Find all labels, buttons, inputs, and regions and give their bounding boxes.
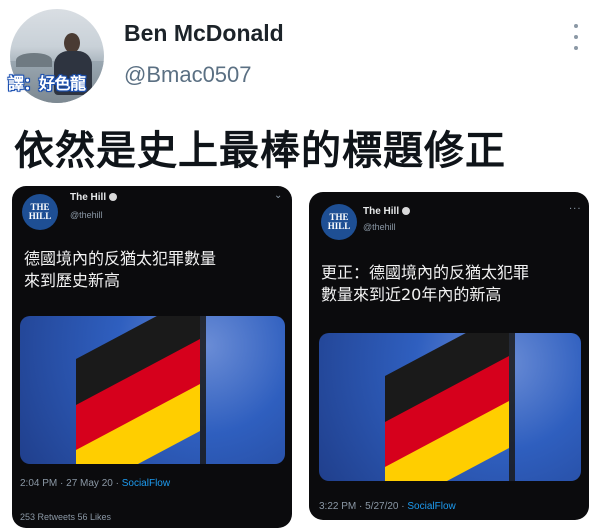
- translator-credit: 譯：好色龍: [8, 74, 86, 93]
- embedded-account-label: The Hill: [363, 206, 400, 217]
- embedded-stats: 253 Retweets 56 Likes: [20, 512, 112, 522]
- chevron-down-icon[interactable]: ⌄: [274, 190, 282, 201]
- german-flag: [76, 316, 200, 464]
- tweet-text: 依然是史上最棒的標題修正: [14, 128, 506, 174]
- thehill-logo-text: THE HILL: [28, 202, 52, 221]
- menu-dot: [574, 24, 578, 28]
- embedded-text-line: 來到歷史新高: [24, 271, 121, 290]
- menu-dot: [574, 35, 578, 39]
- menu-dot: [574, 46, 578, 50]
- avatar-rock: [16, 53, 52, 67]
- embedded-account-name[interactable]: The Hill: [70, 192, 118, 203]
- embedded-text-line: 更正：德國境內的反猶太犯罪: [321, 263, 530, 282]
- embedded-timestamp: 3:22 PM · 5/27/20 · SocialFlow: [319, 501, 456, 512]
- display-name[interactable]: Ben McDonald: [124, 20, 284, 47]
- thehill-logo: THE HILL: [321, 204, 357, 240]
- flag-pole: [200, 316, 206, 464]
- source-link[interactable]: SocialFlow: [407, 501, 455, 512]
- embedded-tweet-text: 更正：德國境內的反猶太犯罪 數量來到近20年內的新高: [321, 262, 529, 306]
- embedded-timestamp: 2:04 PM · 27 May 20 · SocialFlow: [20, 478, 170, 489]
- embedded-tweet-text: 德國境內的反猶太犯罪數量 來到歷史新高: [24, 248, 216, 292]
- avatar-person-head: [64, 33, 80, 53]
- verified-badge-icon: [109, 193, 118, 201]
- flag-image[interactable]: [20, 316, 285, 464]
- embedded-handle[interactable]: @thehill: [70, 210, 103, 220]
- embedded-account-label: The Hill: [70, 192, 107, 203]
- flag-pole: [509, 333, 515, 481]
- thehill-logo: THE HILL: [22, 194, 58, 230]
- timestamp-text: 3:22 PM · 5/27/20 ·: [319, 501, 408, 512]
- source-link[interactable]: SocialFlow: [122, 478, 170, 489]
- embedded-tweet-original[interactable]: THE HILL The Hill @thehill ⌄ 德國境內的反猶太犯罪數…: [12, 186, 292, 528]
- thehill-logo-text: THE HILL: [327, 212, 351, 231]
- embedded-text-line: 數量來到近20年內的新高: [321, 285, 502, 304]
- user-handle[interactable]: @Bmac0507: [124, 62, 252, 88]
- german-flag: [385, 333, 509, 481]
- more-vertical-icon[interactable]: [566, 24, 586, 50]
- flag-image[interactable]: [319, 333, 581, 481]
- more-horizontal-icon[interactable]: ···: [569, 204, 582, 215]
- verified-badge-icon: [402, 207, 411, 215]
- embedded-text-line: 德國境內的反猶太犯罪數量: [24, 249, 217, 268]
- embedded-tweet-corrected[interactable]: THE HILL The Hill @thehill ··· 更正：德國境內的反…: [309, 192, 589, 520]
- embedded-handle[interactable]: @thehill: [363, 222, 396, 232]
- embedded-account-name[interactable]: The Hill: [363, 206, 411, 217]
- timestamp-text: 2:04 PM · 27 May 20 ·: [20, 478, 122, 489]
